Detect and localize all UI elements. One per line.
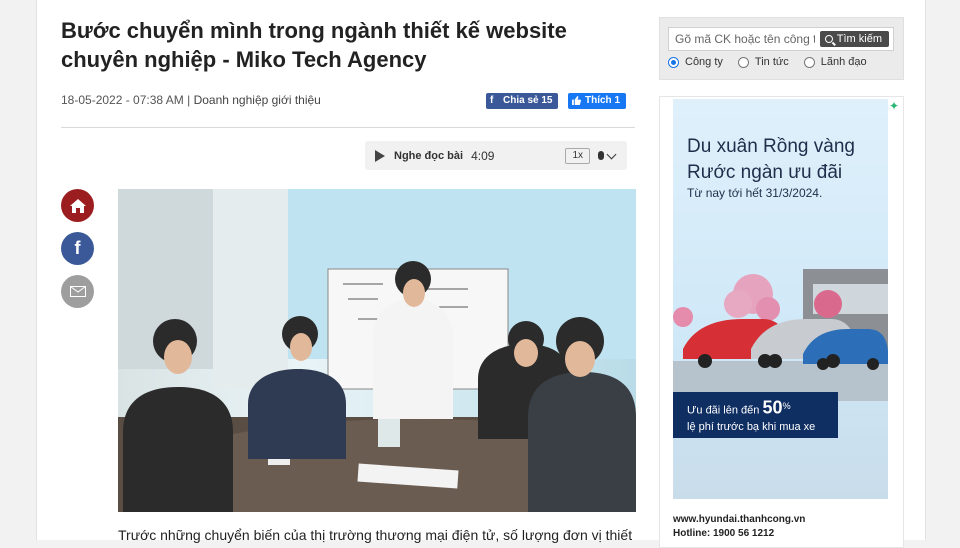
radio-company[interactable]: Công ty	[668, 56, 723, 68]
thumbs-up-icon	[572, 96, 581, 106]
radio-dot	[803, 56, 815, 68]
audio-player: Nghe đọc bài 4:09 1x	[365, 141, 627, 170]
ad-headline-line-1: Du xuân Rồng vàng	[687, 136, 855, 157]
ad-deal-value: 50	[762, 397, 783, 418]
ad-headline-line-2: Rước ngàn ưu đãi	[687, 162, 843, 183]
radio-label: Công ty	[685, 56, 723, 68]
team-meeting-photo	[118, 189, 636, 512]
radio-dot	[668, 56, 679, 68]
ad-image: Du xuân Rồng vàng Rước ngàn ưu đãi Từ na…	[673, 99, 888, 499]
ad-hotline: Hotline: 1900 56 1212	[673, 528, 775, 539]
ad-choices-icon[interactable]: ✦	[889, 99, 899, 113]
hyundai-ad-banner[interactable]: Du xuân Rồng vàng Rước ngàn ưu đãi Từ na…	[659, 96, 904, 548]
like-label: Thích 1	[585, 95, 621, 106]
chevron-down-icon[interactable]	[606, 149, 617, 159]
search-input[interactable]	[669, 28, 821, 50]
share-label: Chia sẻ 15	[503, 95, 553, 106]
facebook-share-button[interactable]: f Chia sẻ 15	[486, 93, 559, 109]
play-icon[interactable]	[375, 149, 385, 162]
article-title: Bước chuyển mình trong ngành thiết kế we…	[61, 18, 567, 72]
ad-website: www.hyundai.thanhcong.vn	[673, 514, 806, 525]
search-icon	[824, 35, 833, 43]
article-page: Bước chuyển mình trong ngành thiết kế we…	[36, 0, 926, 548]
ad-deal-prefix: Ưu đãi lên đến	[687, 404, 760, 417]
meta-separator: |	[187, 93, 191, 107]
facebook-icon: f	[74, 238, 81, 258]
search-field: Tìm kiếm	[668, 27, 894, 51]
ad-contact: www.hyundai.thanhcong.vn Hotline: 1900 5…	[673, 513, 805, 541]
radio-dot	[737, 56, 749, 68]
company-search-panel: Tìm kiếm Công ty Tin tức Lãnh đạo	[659, 17, 904, 80]
ad-deal-box: Ưu đãi lên đến 50% lệ phí trước bạ khi m…	[673, 392, 838, 438]
radio-news[interactable]: Tin tức	[737, 56, 789, 68]
home-icon	[69, 198, 86, 213]
facebook-like-button[interactable]: Thích 1	[568, 93, 627, 109]
article-photo	[118, 189, 636, 512]
ad-headline: Du xuân Rồng vàng Rước ngàn ưu đãi	[687, 134, 855, 186]
article-meta: 18-05-2022 - 07:38 AM | Doanh nghiệp giớ…	[61, 93, 321, 107]
search-scope: Công ty Tin tức Lãnh đạo	[668, 56, 882, 68]
audio-label: Nghe đọc bài	[394, 149, 464, 162]
radio-leaders[interactable]: Lãnh đạo	[803, 56, 867, 68]
mail-icon	[69, 286, 86, 297]
article-category-link[interactable]: Doanh nghiệp giới thiệu	[194, 93, 321, 107]
ad-deal-suffix: lệ phí trước bạ khi mua xe	[687, 420, 816, 433]
ad-deal-unit: %	[782, 401, 791, 411]
ad-subline: Từ nay tới hết 31/3/2024.	[687, 186, 823, 200]
divider	[61, 127, 635, 128]
radio-label: Lãnh đạo	[820, 56, 867, 68]
facebook-f-icon: f	[490, 95, 494, 106]
home-button[interactable]	[61, 189, 94, 222]
radio-label: Tin tức	[754, 56, 789, 68]
email-button[interactable]	[61, 275, 94, 308]
audio-duration: 4:09	[471, 148, 495, 163]
article-lead: Trước những chuyển biến của thị trường t…	[118, 527, 633, 543]
facebook-button[interactable]: f	[61, 232, 94, 265]
search-button[interactable]: Tìm kiếm	[819, 31, 889, 47]
search-button-label: Tìm kiếm	[836, 33, 882, 45]
article-datetime: 18-05-2022 - 07:38 AM	[61, 93, 184, 107]
playback-speed-button[interactable]: 1x	[565, 147, 590, 164]
microphone-icon[interactable]	[598, 151, 604, 160]
